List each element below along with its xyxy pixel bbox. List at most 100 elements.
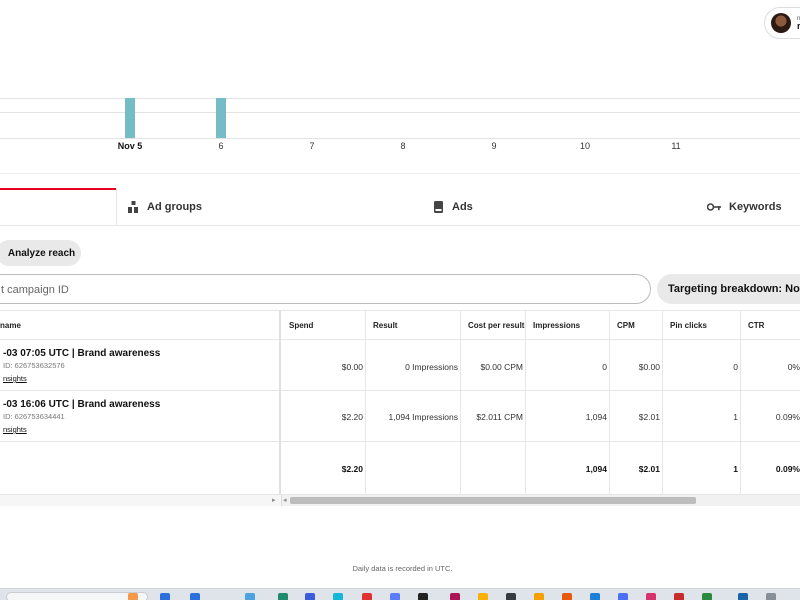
key-icon	[707, 203, 721, 211]
app-icon[interactable]	[390, 593, 400, 600]
scrollbar-thumb[interactable]	[290, 497, 696, 504]
x-tick-label: 9	[491, 141, 497, 151]
header-pin-clicks[interactable]: Pin clicks	[670, 321, 707, 330]
taskbar	[0, 588, 800, 600]
ads-icon	[434, 201, 444, 213]
campaign-id: ID: 626753632576	[3, 361, 65, 370]
app-icon[interactable]	[128, 593, 138, 600]
pin-clicks-value: 1	[733, 412, 738, 422]
app-icon[interactable]	[305, 593, 315, 600]
ctr-value: 0%	[787, 362, 800, 372]
ctr-value: 0.09%	[775, 412, 800, 422]
app-icon[interactable]	[418, 593, 428, 600]
spend-value: $2.20	[341, 412, 363, 422]
app-icon[interactable]	[333, 593, 343, 600]
header-impressions[interactable]: Impressions	[533, 321, 580, 330]
tab-campaigns[interactable]	[0, 188, 116, 226]
column-divider	[740, 310, 741, 494]
campaign-name[interactable]: -03 16:06 UTC | Brand awareness	[3, 399, 160, 410]
column-divider	[609, 310, 610, 494]
total-pin-clicks: 1	[733, 464, 738, 474]
insights-link[interactable]: nsights	[3, 425, 27, 434]
app-icon[interactable]	[450, 593, 460, 600]
app-icon[interactable]	[766, 593, 776, 600]
impressions-value: 1,094	[585, 412, 607, 422]
tab-ad-groups[interactable]: Ad groups	[128, 188, 202, 226]
header-cpm[interactable]: CPM	[617, 321, 635, 330]
app-icon[interactable]	[646, 593, 656, 600]
horizontal-scrollbar[interactable]: ▸ ◂	[0, 494, 800, 506]
cpm-value: $0.00	[638, 362, 660, 372]
row-divider	[0, 441, 800, 442]
app-icon[interactable]	[590, 593, 600, 600]
chart-bar[interactable]	[216, 98, 226, 138]
level-tabs: Ad groups Ads Keywords	[0, 188, 800, 226]
total-spend: $2.20	[341, 464, 363, 474]
tab-ads-label: Ads	[452, 201, 473, 213]
header-result[interactable]: Result	[373, 321, 397, 330]
x-tick-label: 8	[400, 141, 406, 151]
spend-value: $0.00	[341, 362, 363, 372]
campaign-id: ID: 626753634441	[3, 412, 65, 421]
tab-ads[interactable]: Ads	[434, 188, 473, 226]
campaign-search-input[interactable]: t campaign ID	[0, 274, 651, 304]
daily-chart: Nov 5 6 7 8 9 10 11	[0, 96, 800, 156]
taskbar-search-box[interactable]	[6, 592, 148, 600]
result-value: 0 Impressions	[405, 362, 458, 372]
frozen-column-divider	[279, 310, 281, 494]
targeting-breakdown-dropdown[interactable]: Targeting breakdown: None	[657, 274, 800, 304]
impressions-value: 0	[602, 362, 607, 372]
tab-ad-groups-label: Ad groups	[147, 201, 202, 213]
total-cpm: $2.01	[638, 464, 660, 474]
campaign-table: name Spend Result Cost per result Impres…	[0, 310, 800, 494]
app-icon[interactable]	[278, 593, 288, 600]
app-icon[interactable]	[160, 593, 170, 600]
app-icon[interactable]	[702, 593, 712, 600]
ads-reporting-page: n r Nov 5 6 7 8 9 10 11 Ad groups Ads Ke…	[0, 0, 800, 600]
tab-keywords[interactable]: Keywords	[707, 188, 782, 226]
search-placeholder: t campaign ID	[1, 284, 69, 296]
tab-keywords-label: Keywords	[729, 201, 782, 213]
x-tick-label: 11	[671, 141, 681, 151]
analyze-reach-button[interactable]: Analyze reach	[0, 240, 81, 266]
header-divider	[0, 339, 800, 340]
row-divider	[0, 390, 800, 391]
app-icon[interactable]	[534, 593, 544, 600]
header-spend[interactable]: Spend	[289, 321, 313, 330]
x-tick-label: 6	[218, 141, 224, 151]
column-divider	[525, 310, 526, 494]
column-divider	[460, 310, 461, 494]
app-icon[interactable]	[478, 593, 488, 600]
app-icon[interactable]	[674, 593, 684, 600]
tab-divider	[116, 188, 117, 226]
campaign-name[interactable]: -03 07:05 UTC | Brand awareness	[3, 348, 160, 359]
table-top-border	[0, 310, 800, 311]
cpm-value: $2.01	[638, 412, 660, 422]
chart-bar[interactable]	[125, 98, 135, 138]
insights-link[interactable]: nsights	[3, 374, 27, 383]
avatar	[771, 13, 791, 33]
app-icon[interactable]	[562, 593, 572, 600]
total-ctr: 0.09%	[775, 464, 800, 474]
scroll-left-arrow-icon[interactable]: ◂	[283, 496, 287, 504]
profile-chip[interactable]: n r	[764, 7, 800, 39]
app-icon[interactable]	[738, 593, 748, 600]
chart-divider	[0, 173, 800, 174]
frozen-scroll-area: ▸	[0, 495, 282, 506]
app-icon[interactable]	[245, 593, 255, 600]
x-tick-label: 10	[579, 141, 591, 151]
header-ctr[interactable]: CTR	[748, 321, 764, 330]
total-impressions: 1,094	[585, 464, 607, 474]
header-name[interactable]: name	[0, 321, 21, 330]
app-icon[interactable]	[618, 593, 628, 600]
scroll-right-arrow-icon[interactable]: ▸	[272, 496, 276, 504]
app-icon[interactable]	[362, 593, 372, 600]
column-divider	[662, 310, 663, 494]
result-value: 1,094 Impressions	[388, 412, 458, 422]
app-icon[interactable]	[190, 593, 200, 600]
header-cost-per-result[interactable]: Cost per result	[468, 321, 524, 330]
app-icon[interactable]	[506, 593, 516, 600]
cost-per-result-value: $0.00 CPM	[480, 362, 523, 372]
column-divider	[365, 310, 366, 494]
chart-baseline	[0, 138, 800, 139]
